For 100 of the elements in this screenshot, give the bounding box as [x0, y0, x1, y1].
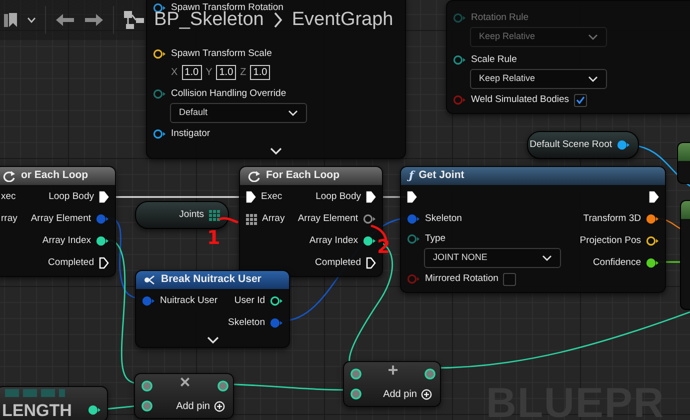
- pin-icon[interactable]: [646, 236, 659, 246]
- function-symbol: ƒ: [409, 168, 414, 184]
- number-field[interactable]: 1.0: [250, 64, 270, 80]
- pin-label: User Id: [234, 294, 265, 308]
- dropdown-value: JOINT NONE: [433, 251, 488, 264]
- exec-pin-icon[interactable]: [407, 191, 417, 203]
- graph-icon: [123, 10, 145, 30]
- node-title: LENGTH: [2, 400, 72, 420]
- blueprint-node[interactable]: Break Nuitrack User Nuitrack User User Id Skeleton: [135, 270, 290, 348]
- check-icon: [576, 96, 586, 104]
- node-title: or Each Loop: [21, 168, 88, 184]
- dropdown-value: Default: [179, 106, 208, 120]
- plus-circle-icon: [421, 388, 432, 400]
- annotation-stroke: [218, 214, 239, 226]
- pin-label: Rotation Rule: [471, 10, 529, 25]
- exec-pin-icon[interactable]: [99, 257, 109, 269]
- forward-arrow-icon[interactable]: [84, 13, 104, 27]
- axis-label: Y: [206, 66, 212, 80]
- pin-icon[interactable]: [153, 49, 166, 59]
- checkbox[interactable]: [503, 272, 516, 286]
- pin-icon[interactable]: [270, 296, 283, 306]
- pin-label: Skeleton: [425, 212, 462, 226]
- dropdown-value: Keep Relative: [479, 30, 536, 44]
- chevron-down-icon: [288, 110, 298, 116]
- pin-label: Mirrored Rotation: [425, 272, 498, 286]
- pin-icon[interactable]: [141, 380, 153, 392]
- dropdown[interactable]: JOINT NONE: [424, 248, 561, 268]
- array-pin-icon[interactable]: [246, 214, 257, 224]
- exec-pin-icon[interactable]: [366, 257, 376, 269]
- variable-node[interactable]: Joints: [135, 201, 229, 229]
- pin-icon[interactable]: [424, 368, 436, 380]
- dropdown[interactable]: Default: [170, 103, 307, 123]
- pin-label: Array Index: [42, 234, 91, 248]
- pin-label: Confidence: [592, 256, 641, 270]
- pin-label: Array: [262, 212, 285, 226]
- pin-label: Loop Body: [48, 190, 94, 204]
- bookmark-icon[interactable]: [4, 12, 18, 28]
- checkbox[interactable]: [574, 94, 588, 106]
- chevron-down-icon: [588, 34, 598, 40]
- exec-pin-icon[interactable]: [649, 191, 659, 203]
- array-pin-icon[interactable]: [209, 210, 220, 220]
- pin-icon[interactable]: [217, 380, 229, 392]
- dropdown[interactable]: Keep Relative: [470, 69, 607, 89]
- pin-label: Scale Rule: [471, 52, 517, 67]
- annotation-number: 1: [207, 228, 220, 248]
- pin-icon[interactable]: [153, 3, 166, 13]
- pin-label: Array Element: [298, 212, 358, 226]
- pin-icon[interactable]: [363, 236, 376, 246]
- pin-label: Skeleton: [228, 316, 265, 330]
- pin-icon[interactable]: [153, 129, 166, 139]
- pin-label: Exec: [261, 190, 282, 204]
- pin-label: xec: [1, 190, 16, 204]
- pin-label: Array Element: [30, 212, 91, 226]
- expand-chevron-icon[interactable]: [206, 336, 218, 344]
- loop-icon: [3, 170, 16, 182]
- caret-icon[interactable]: [27, 17, 36, 23]
- pin-icon[interactable]: [646, 258, 659, 268]
- loop-icon: [248, 170, 261, 182]
- number-field[interactable]: 1.0: [182, 64, 202, 80]
- pin-icon[interactable]: [88, 405, 101, 415]
- pin-icon[interactable]: [363, 214, 376, 224]
- pin-icon[interactable]: [141, 400, 153, 412]
- blueprint-node[interactable]: LENGTH: [0, 386, 108, 420]
- node-title: For Each Loop: [266, 168, 340, 184]
- pin-label: Transform 3D: [583, 212, 641, 226]
- plus-circle-icon: [214, 400, 225, 412]
- add-pin-button[interactable]: Add pin: [176, 398, 225, 414]
- operator-symbol: ×: [178, 376, 192, 394]
- add-pin-button[interactable]: Add pin: [383, 386, 432, 402]
- variable-node[interactable]: Default Scene Root: [527, 131, 639, 159]
- pin-label: Default Scene Root: [530, 138, 612, 152]
- exec-pin-icon[interactable]: [99, 191, 109, 203]
- exec-pin-icon[interactable]: [366, 191, 376, 203]
- chevron-down-icon: [542, 255, 552, 261]
- number-field[interactable]: 1.0: [216, 64, 236, 80]
- expand-chevron-icon[interactable]: [270, 147, 282, 155]
- back-arrow-icon[interactable]: [55, 13, 75, 27]
- split-icon: [144, 275, 156, 285]
- pin-icon[interactable]: [96, 236, 109, 246]
- chevron-right-icon: [272, 11, 283, 29]
- blueprint-node[interactable]: or Each Loop xec rray Loop Body Array Element Array Index Completed: [0, 166, 116, 277]
- blueprint-node[interactable]: ƒ Get Joint Skeleton Type JOINT NONE Mirrored Rotation Transform 3D Projection Pos Confidence: [400, 166, 666, 293]
- node-title: Get Joint: [418, 168, 464, 184]
- operator-symbol: +: [386, 364, 400, 382]
- dropdown-value: Keep Relative: [479, 72, 536, 86]
- pin-label: Completed: [315, 256, 361, 270]
- pin-icon[interactable]: [350, 388, 362, 400]
- exec-pin-icon[interactable]: [246, 191, 256, 203]
- pin-label: Array Index: [309, 234, 358, 248]
- pin-icon[interactable]: [617, 140, 630, 150]
- pin-label: Completed: [48, 256, 94, 270]
- pin-icon[interactable]: [646, 214, 659, 224]
- pin-label: Collision Handling Override: [171, 86, 286, 101]
- blueprint-node[interactable]: + Add pin: [343, 361, 441, 407]
- breadcrumb-link[interactable]: EventGraph: [292, 9, 394, 31]
- pin-icon[interactable]: [350, 368, 362, 380]
- pin-label: Joints: [179, 208, 204, 222]
- pin-label: Instigator: [171, 126, 210, 141]
- pin-label: Spawn Transform Scale: [171, 46, 272, 61]
- blueprint-node[interactable]: × Add pin: [134, 373, 234, 419]
